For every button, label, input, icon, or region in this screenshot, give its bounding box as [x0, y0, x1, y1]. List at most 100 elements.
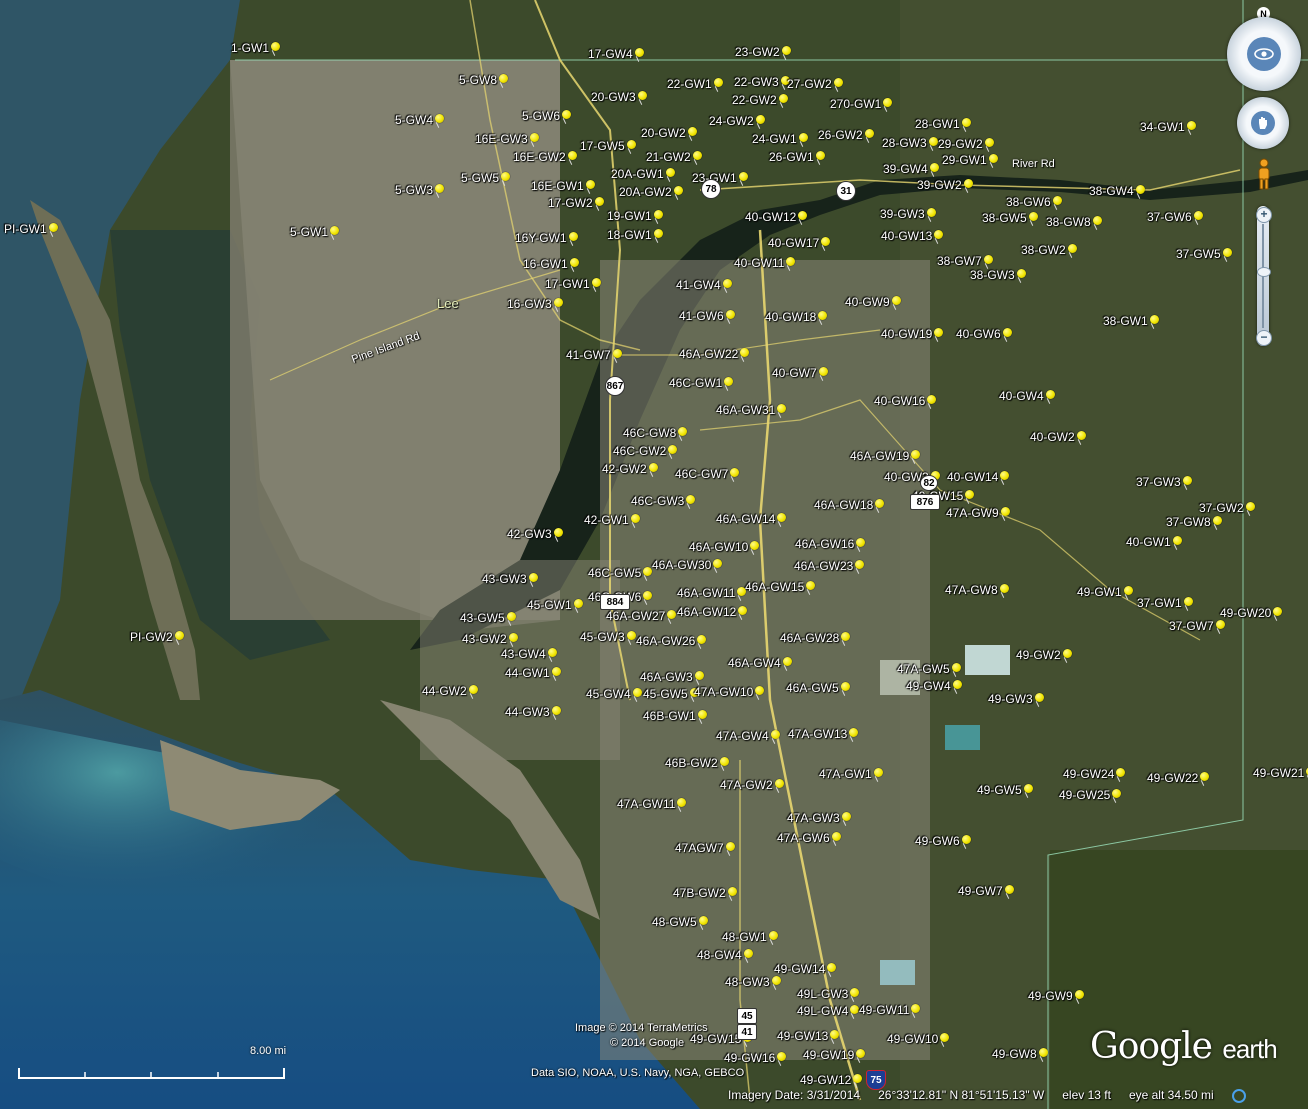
placemark[interactable]: 44-GW2 — [422, 684, 478, 698]
placemark-label[interactable]: 46B-GW1 — [643, 709, 696, 723]
yellow-pushpin-icon[interactable] — [713, 77, 723, 87]
placemark[interactable]: 46A-GW10 — [689, 540, 760, 554]
placemark[interactable]: 41-GW4 — [676, 278, 732, 292]
placemark[interactable]: 49-GW1 — [1077, 585, 1133, 599]
placemark-label[interactable]: 47A-GW3 — [787, 811, 840, 825]
placemark-label[interactable]: 40-GW17 — [768, 236, 819, 250]
hand-icon[interactable] — [1251, 111, 1275, 135]
placemark-label[interactable]: 16E-GW2 — [513, 150, 566, 164]
placemark-label[interactable]: 28-GW3 — [882, 136, 927, 150]
placemark-label[interactable]: 49-GW7 — [958, 884, 1003, 898]
placemark[interactable]: 46C-GW7 — [675, 467, 740, 481]
yellow-pushpin-icon[interactable] — [999, 583, 1009, 593]
placemark-label[interactable]: 49-GW8 — [992, 1047, 1037, 1061]
yellow-pushpin-icon[interactable] — [891, 295, 901, 305]
placemark[interactable]: 29-GW1 — [942, 153, 998, 167]
placemark-label[interactable]: 16-GW1 — [523, 257, 568, 271]
yellow-pushpin-icon[interactable] — [553, 297, 563, 307]
placemark-label[interactable]: 49-GW6 — [915, 834, 960, 848]
placemark-label[interactable]: 46A-GW16 — [795, 537, 854, 551]
yellow-pushpin-icon[interactable] — [831, 831, 841, 841]
placemark[interactable]: 49-GW9 — [1028, 989, 1084, 1003]
placemark-label[interactable]: 17-GW4 — [588, 47, 633, 61]
yellow-pushpin-icon[interactable] — [774, 778, 784, 788]
yellow-pushpin-icon[interactable] — [755, 114, 765, 124]
placemark[interactable]: 34-GW1 — [1140, 120, 1196, 134]
placemark[interactable]: 47A-GW13 — [788, 727, 859, 741]
yellow-pushpin-icon[interactable] — [694, 670, 704, 680]
eye-icon[interactable] — [1247, 37, 1281, 71]
placemark[interactable]: 20-GW3 — [591, 90, 647, 104]
placemark[interactable]: 47A-GW10 — [694, 685, 765, 699]
placemark-label[interactable]: 37-GW6 — [1147, 210, 1192, 224]
placemark[interactable]: 47AGW7 — [675, 841, 735, 855]
yellow-pushpin-icon[interactable] — [697, 709, 707, 719]
yellow-pushpin-icon[interactable] — [48, 222, 58, 232]
yellow-pushpin-icon[interactable] — [499, 73, 509, 83]
placemark-label[interactable]: 41-GW6 — [679, 309, 724, 323]
yellow-pushpin-icon[interactable] — [1067, 243, 1077, 253]
placemark-label[interactable]: 48-GW3 — [725, 975, 770, 989]
placemark[interactable]: 20-GW2 — [641, 126, 697, 140]
placemark-label[interactable]: 42-GW3 — [507, 527, 552, 541]
yellow-pushpin-icon[interactable] — [1182, 475, 1192, 485]
placemark[interactable]: 46A-GW5 — [786, 681, 850, 695]
placemark-label[interactable]: 44-GW2 — [422, 684, 467, 698]
placemark-label[interactable]: 47A-GW2 — [720, 778, 773, 792]
placemark[interactable]: 47A-GW4 — [716, 729, 780, 743]
yellow-pushpin-icon[interactable] — [612, 348, 622, 358]
placemark[interactable]: 37-GW8 — [1166, 515, 1222, 529]
placemark-label[interactable]: 47A-GW6 — [777, 831, 830, 845]
placemark[interactable]: 43-GW3 — [482, 572, 538, 586]
placemark-label[interactable]: 49-GW19 — [803, 1048, 854, 1062]
yellow-pushpin-icon[interactable] — [630, 513, 640, 523]
yellow-pushpin-icon[interactable] — [632, 687, 642, 697]
placemark-label[interactable]: 45-GW3 — [580, 630, 625, 644]
yellow-pushpin-icon[interactable] — [798, 210, 808, 220]
placemark[interactable]: 16E-GW1 — [531, 179, 595, 193]
placemark-label[interactable]: 46A-GW23 — [794, 559, 853, 573]
placemark-label[interactable]: 40-GW19 — [881, 327, 932, 341]
yellow-pushpin-icon[interactable] — [585, 179, 595, 189]
placemark-label[interactable]: 46C-GW5 — [588, 566, 641, 580]
placemark-label[interactable]: 19-GW1 — [607, 209, 652, 223]
placemark[interactable]: 45-GW4 — [586, 687, 642, 701]
placemark[interactable]: 40-GW18 — [765, 310, 828, 324]
yellow-pushpin-icon[interactable] — [730, 467, 740, 477]
placemark[interactable]: 37-GW6 — [1147, 210, 1203, 224]
placemark-label[interactable]: 46A-GW22 — [679, 347, 738, 361]
placemark[interactable]: 20A-GW1 — [611, 167, 675, 181]
placemark-label[interactable]: 48-GW4 — [697, 948, 742, 962]
placemark[interactable]: 17-GW5 — [580, 139, 636, 153]
placemark[interactable]: 45-GW1 — [527, 598, 583, 612]
yellow-pushpin-icon[interactable] — [528, 572, 538, 582]
yellow-pushpin-icon[interactable] — [648, 462, 658, 472]
yellow-pushpin-icon[interactable] — [983, 254, 993, 264]
yellow-pushpin-icon[interactable] — [501, 171, 511, 181]
yellow-pushpin-icon[interactable] — [951, 662, 961, 672]
placemark-label[interactable]: 46A-GW5 — [786, 681, 839, 695]
placemark-label[interactable]: 22-GW1 — [667, 77, 712, 91]
placemark[interactable]: 5-GW1 — [290, 225, 340, 239]
yellow-pushpin-icon[interactable] — [573, 598, 583, 608]
yellow-pushpin-icon[interactable] — [875, 498, 885, 508]
placemark-label[interactable]: 48-GW1 — [722, 930, 767, 944]
yellow-pushpin-icon[interactable] — [653, 228, 663, 238]
yellow-pushpin-icon[interactable] — [626, 139, 636, 149]
yellow-pushpin-icon[interactable] — [634, 47, 644, 57]
yellow-pushpin-icon[interactable] — [864, 128, 874, 138]
placemark[interactable]: 38-GW1 — [1103, 314, 1159, 328]
placemark[interactable]: 40-GW13 — [881, 229, 944, 243]
placemark-label[interactable]: 46C-GW1 — [669, 376, 722, 390]
placemark[interactable]: 49-GW22 — [1147, 771, 1210, 785]
placemark-label[interactable]: 49-GW22 — [1147, 771, 1198, 785]
placemark-label[interactable]: 49-GW12 — [800, 1073, 851, 1087]
yellow-pushpin-icon[interactable] — [1000, 506, 1010, 516]
yellow-pushpin-icon[interactable] — [698, 915, 708, 925]
placemark-label[interactable]: 49L-GW4 — [797, 1004, 848, 1018]
placemark-label[interactable]: 20A-GW2 — [619, 185, 672, 199]
placemark-label[interactable]: 49-GW15 — [690, 1032, 741, 1046]
yellow-pushpin-icon[interactable] — [1200, 771, 1210, 781]
placemark-label[interactable]: 5-GW1 — [290, 225, 328, 239]
placemark-label[interactable]: 49-GW25 — [1059, 788, 1110, 802]
